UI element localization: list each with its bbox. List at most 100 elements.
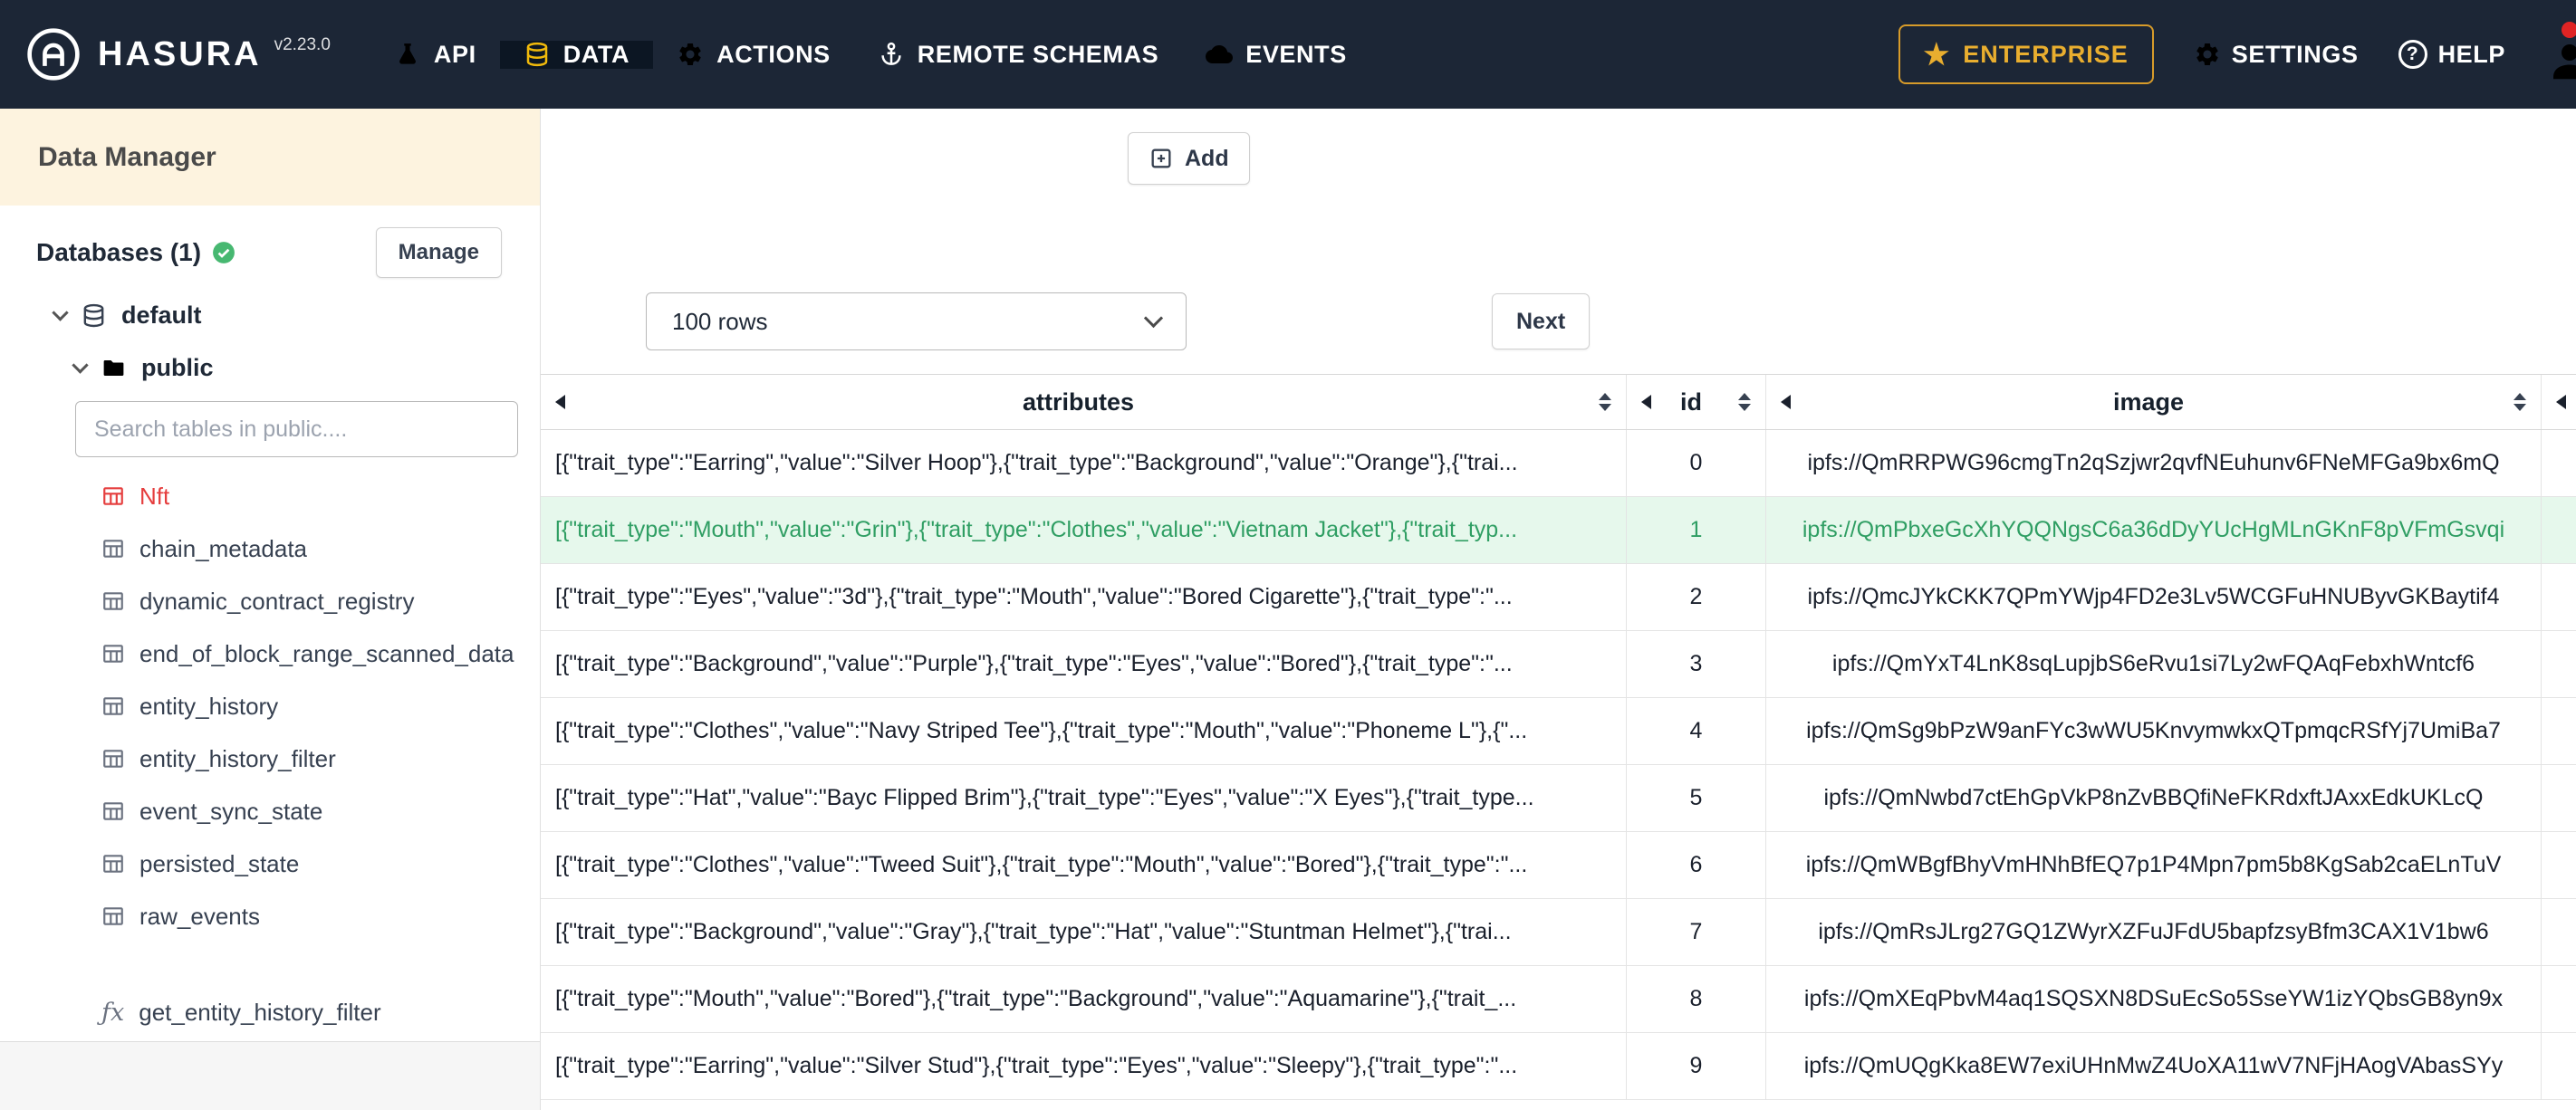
databases-row: Databases (1) Manage <box>36 227 502 278</box>
settings-button[interactable]: SETTINGS <box>2194 41 2359 69</box>
cell-partial <box>2542 1033 2576 1100</box>
sidebar-table-item[interactable]: entity_history_filter <box>101 732 502 785</box>
table-row[interactable]: [{"trait_type":"Earring","value":"Silver… <box>541 430 2576 497</box>
sidebar-table-item[interactable]: end_of_block_range_scanned_data <box>101 627 514 680</box>
gear-icon <box>2194 41 2221 68</box>
collapse-column-icon[interactable] <box>2556 395 2566 409</box>
nav-remote-schemas-label: REMOTE SCHEMAS <box>917 40 1159 68</box>
cell-id[interactable]: 4 <box>1627 698 1766 765</box>
sidebar-table-item[interactable]: raw_events <box>101 890 502 943</box>
cell-image[interactable]: ipfs://QmXEqPbvM4aq1SQSXN8DSuEcSo5SseYW1… <box>1766 966 2542 1033</box>
column-header-image[interactable]: image <box>1766 375 2542 429</box>
collapse-column-icon[interactable] <box>555 395 565 409</box>
nav-tab-remote-schemas[interactable]: REMOTE SCHEMAS <box>854 41 1182 69</box>
person-icon <box>2545 36 2576 85</box>
sidebar-table-item[interactable]: event_sync_state <box>101 785 502 837</box>
cell-id[interactable]: 5 <box>1627 765 1766 832</box>
database-icon <box>524 41 551 68</box>
cell-image[interactable]: ipfs://QmRsJLrg27GQ1ZWyrXZFuJFdU5bapfzsy… <box>1766 899 2542 966</box>
nav-tab-api[interactable]: API <box>370 41 500 69</box>
cell-id[interactable]: 7 <box>1627 899 1766 966</box>
table-icon <box>101 589 125 613</box>
table-item-label: Nft <box>139 482 170 510</box>
sidebar-function-item[interactable]: ƒx get_entity_history_filter <box>101 986 502 1038</box>
table-item-label: event_sync_state <box>139 797 323 825</box>
cell-image[interactable]: ipfs://QmcJYkCKK7QPmYWjp4FD2e3Lv5WCGFuHN… <box>1766 564 2542 631</box>
user-avatar[interactable] <box>2545 22 2576 85</box>
hasura-logo-icon[interactable] <box>25 26 82 82</box>
cell-id[interactable]: 9 <box>1627 1033 1766 1100</box>
cell-image[interactable]: ipfs://QmWBgfBhyVmHNhBfEQ7p1P4Mpn7pm5b8K… <box>1766 832 2542 899</box>
column-label: image <box>2112 388 2185 416</box>
table-row[interactable]: [{"trait_type":"Hat","value":"Bayc Flipp… <box>541 765 2576 832</box>
data-table: attributes id image [{"trait_type":"Earr… <box>541 374 2576 1100</box>
cell-id[interactable]: 2 <box>1627 564 1766 631</box>
column-header-attributes[interactable]: attributes <box>541 375 1627 429</box>
table-row[interactable]: [{"trait_type":"Earring","value":"Silver… <box>541 1033 2576 1100</box>
cell-attributes[interactable]: [{"trait_type":"Earring","value":"Silver… <box>541 1033 1627 1100</box>
sidebar-table-item[interactable]: entity_history <box>101 680 502 732</box>
sort-icon[interactable] <box>2514 393 2526 411</box>
sidebar-table-item[interactable]: chain_metadata <box>101 522 502 575</box>
cell-image[interactable]: ipfs://QmNwbd7ctEhGpVkP8nZvBBQfiNeFKRdxf… <box>1766 765 2542 832</box>
table-browser-main: Add 100 rows Next attributes id image [{… <box>541 109 2576 1110</box>
column-label: id <box>1680 388 1702 416</box>
cell-partial <box>2542 698 2576 765</box>
sidebar-table-item[interactable]: persisted_state <box>101 837 502 890</box>
table-row[interactable]: [{"trait_type":"Eyes","value":"3d"},{"tr… <box>541 564 2576 631</box>
cell-id[interactable]: 1 <box>1627 497 1766 564</box>
table-row[interactable]: [{"trait_type":"Background","value":"Gra… <box>541 899 2576 966</box>
next-page-button[interactable]: Next <box>1492 293 1591 349</box>
table-row[interactable]: [{"trait_type":"Clothes","value":"Tweed … <box>541 832 2576 899</box>
collapse-column-icon[interactable] <box>1781 395 1791 409</box>
cell-partial <box>2542 430 2576 497</box>
help-button[interactable]: ? HELP <box>2398 40 2505 69</box>
chevron-down-icon[interactable] <box>52 303 69 321</box>
rows-per-page-select[interactable]: 100 rows <box>646 292 1187 350</box>
cell-attributes[interactable]: [{"trait_type":"Eyes","value":"3d"},{"tr… <box>541 564 1627 631</box>
tree-item-default-database[interactable]: default <box>52 289 502 341</box>
cell-attributes[interactable]: [{"trait_type":"Mouth","value":"Grin"},{… <box>541 497 1627 564</box>
search-tables-input[interactable] <box>75 401 518 457</box>
table-row[interactable]: [{"trait_type":"Mouth","value":"Grin"},{… <box>541 497 2576 564</box>
enterprise-button[interactable]: ★ ENTERPRISE <box>1898 24 2154 84</box>
cell-attributes[interactable]: [{"trait_type":"Hat","value":"Bayc Flipp… <box>541 765 1627 832</box>
collapse-column-icon[interactable] <box>1641 395 1651 409</box>
sidebar-footer: SQL <box>0 1041 540 1110</box>
cell-attributes[interactable]: [{"trait_type":"Background","value":"Gra… <box>541 899 1627 966</box>
nav-tab-actions[interactable]: ACTIONS <box>653 41 854 69</box>
cell-attributes[interactable]: [{"trait_type":"Clothes","value":"Tweed … <box>541 832 1627 899</box>
table-row[interactable]: [{"trait_type":"Background","value":"Pur… <box>541 631 2576 698</box>
cell-attributes[interactable]: [{"trait_type":"Earring","value":"Silver… <box>541 430 1627 497</box>
sidebar-table-item[interactable]: dynamic_contract_registry <box>101 575 502 627</box>
nav-tab-events[interactable]: EVENTS <box>1182 41 1370 69</box>
nav-tab-data[interactable]: DATA <box>499 40 654 69</box>
cell-attributes[interactable]: [{"trait_type":"Background","value":"Pur… <box>541 631 1627 698</box>
cell-id[interactable]: 3 <box>1627 631 1766 698</box>
cell-id[interactable]: 8 <box>1627 966 1766 1033</box>
chevron-down-icon[interactable] <box>72 356 89 374</box>
table-row[interactable]: [{"trait_type":"Clothes","value":"Navy S… <box>541 698 2576 765</box>
table-icon <box>101 642 125 665</box>
cell-image[interactable]: ipfs://QmUQgKka8EW7exiUHnMwZ4UoXA11wV7NF… <box>1766 1033 2542 1100</box>
cell-id[interactable]: 6 <box>1627 832 1766 899</box>
cell-image[interactable]: ipfs://QmYxT4LnK8sqLupjbS6eRvu1si7Ly2wFQ… <box>1766 631 2542 698</box>
folder-icon <box>101 355 127 381</box>
plus-square-icon <box>1149 146 1174 171</box>
sidebar-table-item[interactable]: Nft <box>101 470 502 522</box>
manage-button[interactable]: Manage <box>375 227 502 278</box>
cell-image[interactable]: ipfs://QmRRPWG96cmgTn2qSzjwr2qvfNEuhunv6… <box>1766 430 2542 497</box>
cell-id[interactable]: 0 <box>1627 430 1766 497</box>
table-item-label: entity_history <box>139 692 279 720</box>
tree-item-public-schema[interactable]: public <box>72 341 502 394</box>
column-header-partial[interactable] <box>2542 375 2576 429</box>
column-header-id[interactable]: id <box>1627 375 1766 429</box>
sort-icon[interactable] <box>1738 393 1751 411</box>
cell-attributes[interactable]: [{"trait_type":"Mouth","value":"Bored"},… <box>541 966 1627 1033</box>
cell-attributes[interactable]: [{"trait_type":"Clothes","value":"Navy S… <box>541 698 1627 765</box>
cell-image[interactable]: ipfs://QmSg9bPzW9anFYc3wWU5KnvymwkxQTpmq… <box>1766 698 2542 765</box>
table-row[interactable]: [{"trait_type":"Mouth","value":"Bored"},… <box>541 966 2576 1033</box>
cell-image[interactable]: ipfs://QmPbxeGcXhYQQNgsC6a36dDyYUcHgMLnG… <box>1766 497 2542 564</box>
sort-icon[interactable] <box>1599 393 1611 411</box>
add-row-button[interactable]: Add <box>1128 132 1250 185</box>
